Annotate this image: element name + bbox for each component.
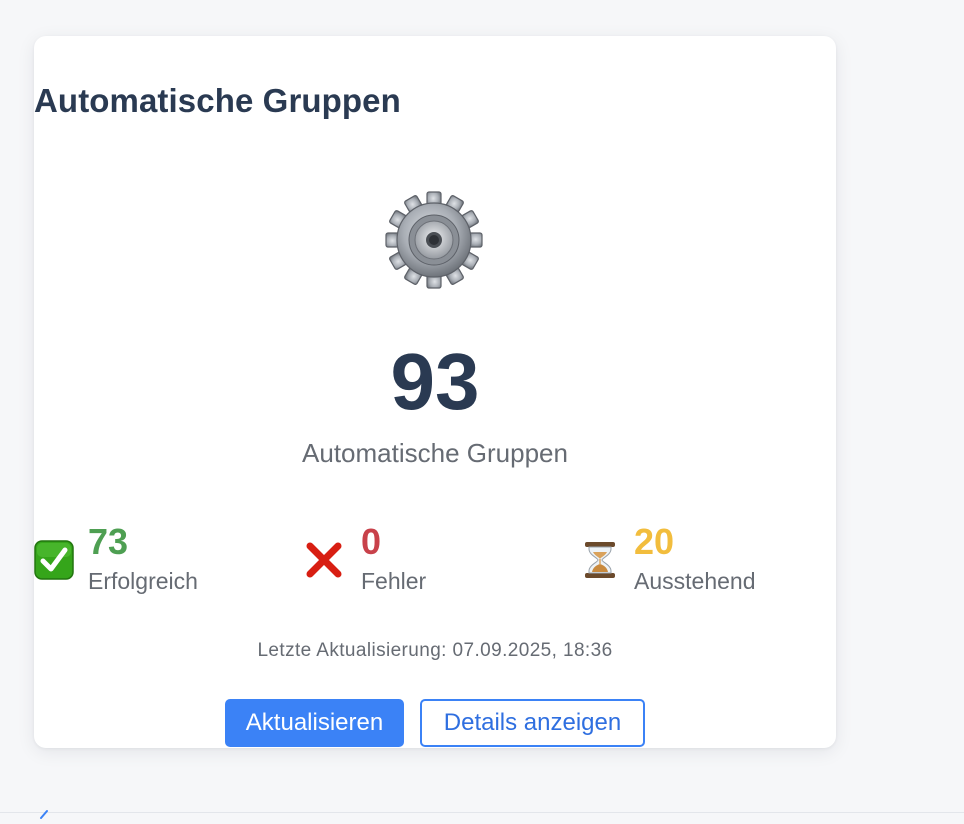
last-update-timestamp: Letzte Aktualisierung: 07.09.2025, 18:36 <box>257 640 613 661</box>
refresh-button[interactable]: Aktualisieren <box>225 699 404 747</box>
chevron-left-icon[interactable] <box>38 806 50 819</box>
page-divider <box>0 812 964 817</box>
hourglass-icon <box>580 540 620 580</box>
automatic-groups-card: Automatische Gruppen 93 Automatische Gru… <box>34 36 836 748</box>
pending-label: Ausstehend <box>634 568 756 594</box>
error-count: 0 <box>361 521 382 562</box>
checkmark-icon <box>34 540 74 580</box>
stat-success: 73 Erfolgreich <box>34 521 274 594</box>
details-button[interactable]: Details anzeigen <box>420 699 645 747</box>
stat-pending: 20 Ausstehend <box>580 521 820 594</box>
cross-icon <box>304 540 344 580</box>
success-label: Erfolgreich <box>88 568 198 594</box>
stat-error: 0 Fehler <box>304 521 504 594</box>
pending-count: 20 <box>634 521 675 562</box>
gear-icon <box>384 190 484 290</box>
total-groups-label: Automatische Gruppen <box>302 438 568 468</box>
total-groups-count: 93 <box>390 337 480 426</box>
success-count: 73 <box>88 521 129 562</box>
error-label: Fehler <box>361 568 427 594</box>
card-title: Automatische Gruppen <box>34 82 401 119</box>
